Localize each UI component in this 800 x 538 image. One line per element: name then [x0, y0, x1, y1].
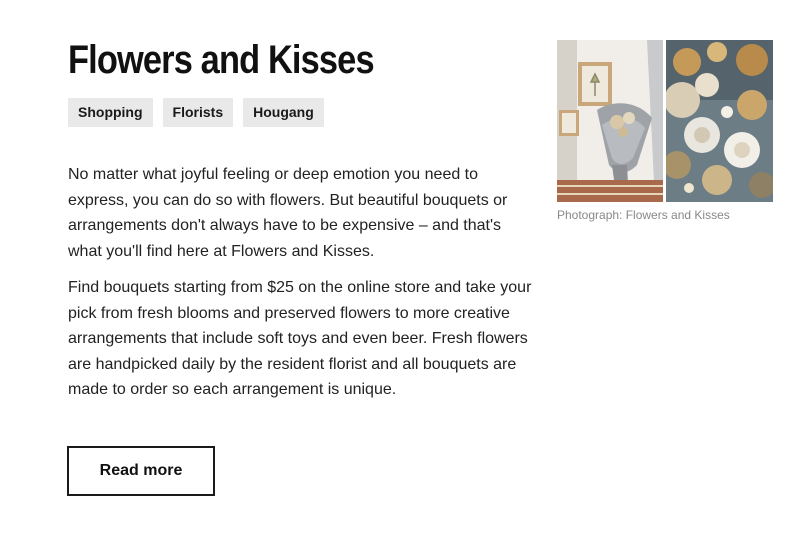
- tag-florists[interactable]: Florists: [162, 98, 234, 127]
- venue-description: No matter what joyful feeling or deep em…: [68, 162, 538, 414]
- description-paragraph: Find bouquets starting from $25 on the o…: [68, 279, 532, 398]
- tag-hougang[interactable]: Hougang: [243, 98, 324, 127]
- venue-title: Flowers and Kisses: [68, 38, 375, 82]
- read-more-button[interactable]: Read more: [67, 446, 215, 496]
- venue-photo-figure: Photograph: Flowers and Kisses: [557, 40, 773, 222]
- tag-list: Shopping Florists Hougang: [68, 98, 324, 127]
- venue-photo[interactable]: [557, 40, 773, 202]
- description-paragraph: No matter what joyful feeling or deep em…: [68, 166, 508, 260]
- tag-shopping[interactable]: Shopping: [68, 98, 153, 127]
- photo-caption: Photograph: Flowers and Kisses: [557, 208, 730, 222]
